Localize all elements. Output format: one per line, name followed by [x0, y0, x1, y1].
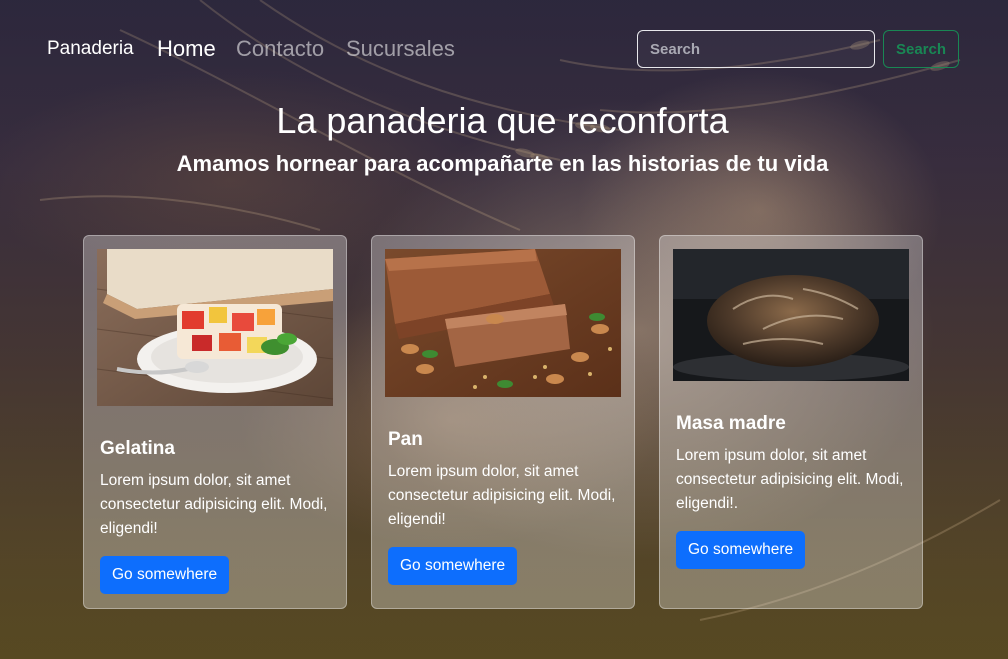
- product-card-pan: Pan Lorem ipsum dolor, sit amet consecte…: [371, 235, 635, 609]
- search-button[interactable]: Search: [883, 30, 959, 68]
- masa-madre-photo: [673, 249, 909, 381]
- go-somewhere-button[interactable]: Go somewhere: [100, 556, 230, 594]
- card-title: Gelatina: [100, 438, 175, 459]
- card-title: Pan: [388, 429, 423, 450]
- gelatina-photo: [97, 249, 333, 406]
- product-card-gelatina: Gelatina Lorem ipsum dolor, sit amet con…: [83, 235, 347, 609]
- card-text: Lorem ipsum dolor, sit amet consectetur …: [388, 463, 616, 528]
- card-text: Lorem ipsum dolor, sit amet consectetur …: [676, 447, 904, 512]
- nav-link-home[interactable]: Home: [157, 36, 216, 62]
- nav-link-sucursales[interactable]: Sucursales: [346, 36, 455, 62]
- product-card-masa-madre: Masa madre Lorem ipsum dolor, sit amet c…: [659, 235, 923, 609]
- nav-link-contacto[interactable]: Contacto: [236, 36, 324, 62]
- pan-photo: [385, 249, 621, 397]
- go-somewhere-button[interactable]: Go somewhere: [676, 531, 806, 569]
- navbar-brand[interactable]: Panaderia: [47, 38, 134, 60]
- search-input[interactable]: [637, 30, 875, 68]
- navbar: Panaderia Home Contacto Sucursales Searc…: [0, 0, 1008, 100]
- go-somewhere-button[interactable]: Go somewhere: [388, 547, 518, 585]
- card-text: Lorem ipsum dolor, sit amet consectetur …: [100, 472, 328, 537]
- card-title: Masa madre: [676, 413, 786, 434]
- hero-subtitle: Amamos hornear para acompañarte en las h…: [176, 151, 829, 176]
- hero-title: La panaderia que reconforta: [276, 100, 729, 141]
